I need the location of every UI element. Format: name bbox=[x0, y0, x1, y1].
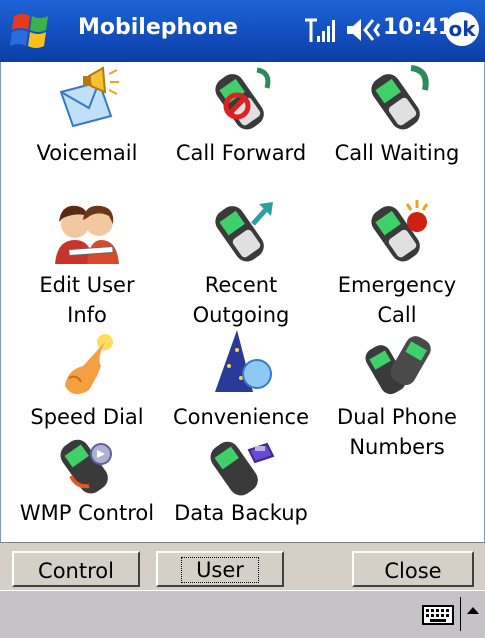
item-label: Voicemail bbox=[36, 141, 138, 165]
settings-icon-grid: Voicemail Call Forward Call Waiting Edit… bbox=[0, 62, 485, 542]
emergency-call-icon bbox=[371, 200, 429, 262]
control-button[interactable]: Control bbox=[12, 551, 140, 587]
call-waiting-icon bbox=[371, 65, 429, 130]
item-label: Call Forward bbox=[175, 141, 307, 165]
wmp-control-icon bbox=[60, 439, 112, 494]
item-label: Dual Phone Numbers bbox=[337, 405, 457, 459]
item-label: Call Waiting bbox=[334, 141, 460, 165]
item-label: Convenience bbox=[172, 405, 309, 429]
item-label: Data Backup bbox=[174, 501, 308, 525]
close-button[interactable]: Close bbox=[352, 551, 474, 587]
edit-user-info-icon bbox=[55, 205, 119, 264]
signal-strength-icon[interactable] bbox=[303, 14, 337, 46]
convenience-icon bbox=[215, 330, 272, 392]
title-bar: Mobilephone 10:41 ok bbox=[0, 0, 485, 62]
user-button-label: User bbox=[181, 557, 259, 583]
item-voicemail[interactable]: Voicemail bbox=[7, 62, 167, 168]
windows-start-icon[interactable] bbox=[8, 8, 60, 54]
clock[interactable]: 10:41 bbox=[383, 15, 453, 40]
data-backup-icon bbox=[210, 441, 275, 496]
item-recent-outgoing[interactable]: Recent Outgoing bbox=[161, 194, 321, 330]
item-label: Edit User Info bbox=[39, 273, 135, 327]
window-title: Mobilephone bbox=[78, 15, 238, 40]
item-wmp-control[interactable]: WMP Control bbox=[7, 432, 167, 528]
item-speed-dial[interactable]: Speed Dial bbox=[7, 326, 167, 432]
item-label: Speed Dial bbox=[30, 405, 144, 429]
item-label: Emergency Call bbox=[337, 273, 457, 327]
speaker-volume-icon[interactable] bbox=[345, 14, 381, 46]
dual-phone-numbers-icon bbox=[365, 336, 431, 395]
input-panel-bar bbox=[0, 590, 485, 638]
input-menu-arrow-icon[interactable] bbox=[466, 603, 480, 617]
voicemail-icon bbox=[59, 66, 119, 128]
call-forward-icon bbox=[215, 67, 271, 130]
item-dual-phone-numbers[interactable]: Dual Phone Numbers bbox=[317, 326, 477, 462]
item-label: Recent Outgoing bbox=[192, 273, 290, 327]
item-call-forward[interactable]: Call Forward bbox=[161, 62, 321, 168]
button-bar: Control User Close bbox=[0, 542, 485, 591]
item-convenience[interactable]: Convenience bbox=[161, 326, 321, 432]
recent-outgoing-icon bbox=[215, 202, 273, 262]
item-data-backup[interactable]: Data Backup bbox=[161, 432, 321, 528]
item-label: WMP Control bbox=[19, 501, 155, 525]
item-emergency-call[interactable]: Emergency Call bbox=[317, 194, 477, 330]
separator bbox=[460, 597, 461, 631]
item-edit-user-info[interactable]: Edit User Info bbox=[7, 194, 167, 330]
item-call-waiting[interactable]: Call Waiting bbox=[317, 62, 477, 168]
user-button[interactable]: User bbox=[156, 551, 284, 587]
speed-dial-icon bbox=[65, 334, 113, 395]
ok-button[interactable]: ok bbox=[445, 12, 479, 46]
keyboard-icon[interactable] bbox=[422, 605, 454, 625]
